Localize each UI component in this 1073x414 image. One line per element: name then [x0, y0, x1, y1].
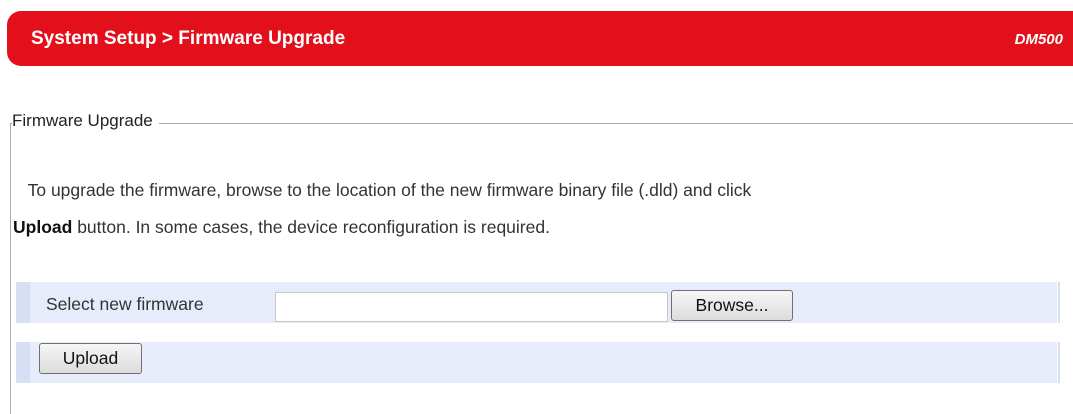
row-divider — [1058, 282, 1060, 323]
row-divider — [1058, 342, 1060, 383]
device-model: DM500 — [1014, 31, 1063, 48]
fieldset-legend: Firmware Upgrade — [12, 111, 159, 131]
instructions-bold: Upload — [13, 217, 73, 237]
browse-button[interactable]: Browse... — [671, 290, 793, 321]
select-firmware-row: Select new firmware Browse... — [16, 282, 1060, 323]
instructions-start: To upgrade the firmware, browse to the l… — [27, 180, 752, 200]
upload-row: Upload — [16, 342, 1060, 383]
page-header: System Setup > Firmware Upgrade DM500 — [7, 11, 1073, 66]
firmware-file-input[interactable] — [275, 292, 668, 322]
instructions-end: button. In some cases, the device reconf… — [77, 217, 550, 237]
select-firmware-label: Select new firmware — [46, 294, 204, 314]
breadcrumb: System Setup > Firmware Upgrade — [31, 28, 346, 49]
upload-button[interactable]: Upload — [39, 343, 142, 374]
instructions-text: To upgrade the firmware, browse to the l… — [13, 172, 1063, 246]
